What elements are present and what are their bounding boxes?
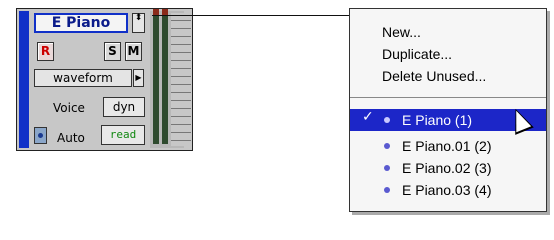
menu-item-new[interactable]: New... — [350, 21, 546, 43]
dropdown-arrow-icon[interactable]: ▶ — [133, 69, 144, 87]
menu-item-delete-unused[interactable]: Delete Unused... — [350, 65, 546, 87]
menu-item-playlist-4[interactable]: E Piano.03 (4) — [350, 179, 546, 201]
record-enable-button[interactable]: R — [37, 42, 54, 61]
checkmark-icon: ✓ — [362, 109, 374, 125]
playlist-popup-menu: New... Duplicate... Delete Unused... ✓ E… — [349, 8, 547, 212]
voice-label: Voice — [53, 101, 85, 115]
mute-button[interactable]: M — [125, 42, 142, 61]
track-strip: E Piano ⬍ R S M waveform ▶ Voice dyn Aut… — [16, 8, 193, 151]
playlist-label: E Piano.03 (4) — [402, 182, 492, 198]
menu-item-duplicate[interactable]: Duplicate... — [350, 43, 546, 65]
automation-label: Auto — [57, 131, 85, 145]
playlist-dot-icon — [384, 187, 390, 193]
track-color-strip — [19, 11, 29, 148]
playlist-stepper-icon[interactable]: ⬍ — [132, 13, 145, 33]
meter-scale — [171, 13, 191, 146]
level-meter-left — [153, 13, 159, 144]
menu-separator — [350, 97, 546, 98]
menu-item-playlist-3[interactable]: E Piano.02 (3) — [350, 157, 546, 179]
playlist-dot-icon — [384, 117, 390, 123]
automation-icon[interactable] — [34, 127, 47, 144]
solo-button[interactable]: S — [104, 42, 121, 61]
automation-mode-selector[interactable]: read — [101, 125, 145, 145]
menu-item-playlist-2[interactable]: E Piano.01 (2) — [350, 135, 546, 157]
playlist-label: E Piano (1) — [402, 112, 473, 128]
level-meter-right — [162, 13, 168, 144]
playlist-label: E Piano.01 (2) — [402, 138, 492, 154]
track-name-field[interactable]: E Piano — [34, 13, 128, 33]
voice-selector[interactable]: dyn — [103, 97, 145, 117]
track-view-selector[interactable]: waveform — [34, 69, 132, 87]
playlist-label: E Piano.02 (3) — [402, 160, 492, 176]
callout-line — [152, 15, 349, 16]
playlist-dot-icon — [384, 165, 390, 171]
playlist-dot-icon — [384, 143, 390, 149]
